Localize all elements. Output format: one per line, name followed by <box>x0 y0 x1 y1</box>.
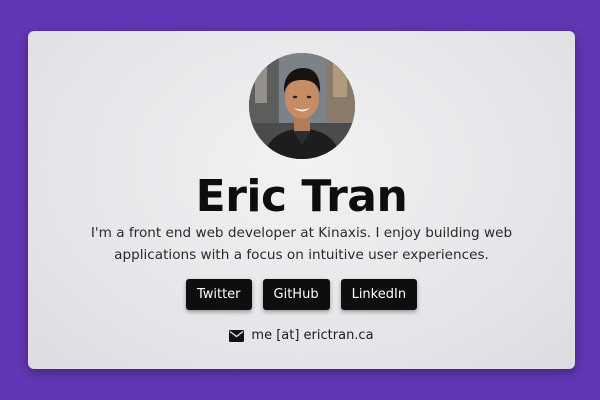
email-contact: me [at] erictran.ca <box>28 328 575 343</box>
email-text: me [at] erictran.ca <box>251 328 374 343</box>
social-links: Twitter GitHub LinkedIn <box>28 279 575 310</box>
profile-card: Eric Tran I'm a front end web developer … <box>28 31 575 369</box>
profile-bio: I'm a front end web developer at Kinaxis… <box>90 225 513 263</box>
mail-icon <box>229 329 245 342</box>
github-button[interactable]: GitHub <box>262 279 330 310</box>
linkedin-button[interactable]: LinkedIn <box>340 279 418 310</box>
twitter-button[interactable]: Twitter <box>185 279 252 310</box>
avatar <box>249 53 355 159</box>
profile-name: Eric Tran <box>195 171 408 222</box>
